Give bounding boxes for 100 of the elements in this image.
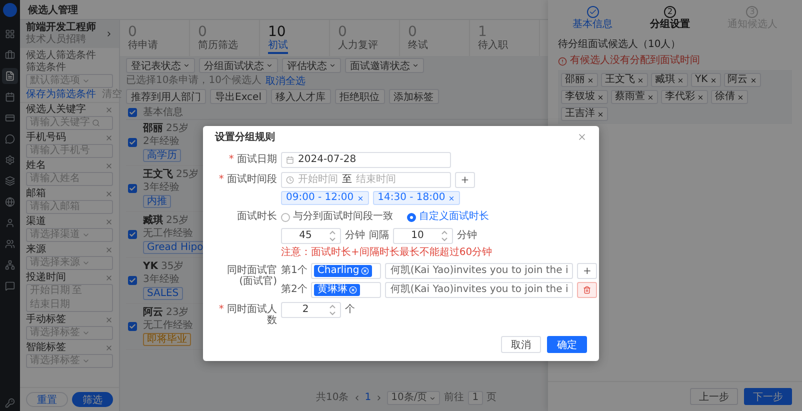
remove-icon[interactable] [349,286,358,294]
close-icon[interactable] [697,94,704,100]
filter-dropdown[interactable]: 评估状态 [282,58,341,73]
close-icon[interactable] [710,76,717,84]
step-label[interactable]: 基本信息 [572,19,613,31]
page-size-select[interactable]: 10条/页 [387,391,440,405]
date-field[interactable]: 2024-07-28 [281,152,451,168]
step-label[interactable]: 分组设置 [650,19,690,31]
checkbox[interactable] [128,184,137,193]
checkbox[interactable] [128,276,137,285]
nav-item[interactable] [2,68,18,84]
stage-tab[interactable]: 1 待入职 [470,20,540,56]
close-icon[interactable] [750,76,757,84]
candidate-name[interactable]: 阿云 [143,307,163,319]
action-button[interactable]: 添加标签 [388,89,438,104]
stage-tab[interactable]: 0 人力复评 [330,20,400,56]
close-icon[interactable] [105,134,113,142]
close-icon[interactable] [105,218,113,226]
stepper-icon[interactable] [441,230,448,242]
time-slot-tag[interactable]: 09:00 - 12:00 [281,191,369,205]
stepper-icon[interactable] [329,230,336,242]
stepper-icon[interactable] [329,304,336,316]
interviewer-field[interactable]: Charling [311,263,382,279]
goto-field[interactable]: 1 [468,391,483,405]
page-number[interactable]: 1 [364,392,372,404]
add-button[interactable]: + [455,172,475,188]
cancel-button[interactable]: 取消 [501,336,541,353]
save-filter-link[interactable]: 保存为筛选条件 [26,89,96,100]
candidate-tag: SALES [143,287,183,300]
candidate-chip[interactable]: 李钗坡 [561,90,608,104]
deselect-link[interactable]: 取消全选 [265,76,306,86]
number-field[interactable]: 2 [281,302,341,318]
checkbox[interactable] [128,138,137,147]
email-template-field[interactable]: 何凯(Kai Yao)invites you to join the i [385,263,574,279]
interviewer-field[interactable]: 黄琳琳 [311,282,382,298]
candidate-chip[interactable]: 阿云 [724,73,761,87]
radio-button[interactable] [281,212,290,222]
candidate-chip[interactable]: 邵丽 [561,73,598,87]
candidate-chip[interactable]: 蔡雨萱 [611,90,658,104]
add-button[interactable]: + [577,263,598,279]
stage-tab[interactable]: 10 初试 [260,20,330,56]
action-button[interactable]: 推荐到用人部门 [126,89,206,104]
close-icon[interactable] [587,76,594,84]
close-icon[interactable] [597,94,604,100]
close-icon[interactable] [637,76,644,84]
close-icon[interactable] [105,316,113,324]
remove-icon[interactable] [361,267,370,275]
close-icon[interactable] [448,194,456,202]
candidate-name[interactable]: 王文飞 [143,169,173,181]
time-slot-tag[interactable]: 14:30 - 18:00 [372,191,460,205]
radio-label[interactable]: 与分到面试时间段一致 [293,211,393,223]
action-button[interactable]: 拒绝职位 [334,89,384,104]
email-template-field[interactable]: 何凯(Kai Yao)invites you to join the i [385,282,574,298]
action-button[interactable]: 移入人才库 [270,89,330,104]
stage-tab[interactable]: 0 简历筛选 [190,20,260,56]
radio-label[interactable]: 自定义面试时长 [419,211,489,223]
candidate-chip[interactable]: 李代彩 [661,90,708,104]
candidate-chip[interactable]: 王吉洋 [561,107,608,121]
checkbox[interactable] [128,230,137,239]
candidate-chip[interactable]: YK [691,73,721,87]
number-field[interactable]: 10 [393,228,453,244]
filter-dropdown[interactable]: 登记表状态 [126,58,195,73]
position-card[interactable]: 前端开发工程师 技术人员招聘 [20,20,119,48]
filter-dropdown[interactable]: 分组面试状态 [199,58,278,73]
checkbox[interactable] [128,108,137,117]
stage-tab[interactable]: 0 待申请 [120,20,190,56]
close-icon[interactable] [105,162,113,170]
action-button[interactable]: 导出Excel [210,89,266,104]
candidate-chip[interactable]: 王文飞 [601,73,648,87]
close-icon[interactable] [577,132,587,142]
interviewer-tag[interactable]: 黄琳琳 [314,284,360,296]
candidate-name[interactable]: YK [143,261,158,273]
filter-dropdown[interactable]: 面试邀请状态 [345,58,424,73]
time-range-field[interactable]: 开始时间 至 结束时间 [281,172,451,188]
radio-button[interactable] [407,212,416,222]
close-icon[interactable] [105,344,113,352]
close-icon[interactable] [105,274,113,282]
close-icon[interactable] [105,246,113,254]
close-icon[interactable] [647,94,654,100]
interviewer-tag[interactable]: Charling [314,265,372,277]
next-button[interactable]: 下一步 [744,388,792,405]
stage-tab[interactable]: 0 终试 [400,20,470,56]
delete-button[interactable] [577,282,598,298]
number-field[interactable]: 45 [281,228,341,244]
key-icon[interactable] [5,398,15,408]
reset-button[interactable]: 重置 [26,392,68,407]
candidate-name[interactable]: 臧琪 [143,215,163,227]
filter-button[interactable]: 筛选 [72,392,113,407]
close-icon[interactable] [597,110,604,118]
close-icon[interactable] [105,106,113,114]
candidate-name[interactable]: 邵丽 [143,123,163,135]
close-icon[interactable] [737,94,744,100]
candidate-chip[interactable]: 徐倩 [711,90,748,104]
previous-button[interactable]: 上一步 [690,388,738,405]
confirm-button[interactable]: 确定 [547,336,587,353]
close-icon[interactable] [105,190,113,198]
checkbox[interactable] [128,322,137,331]
close-icon[interactable] [677,76,684,84]
candidate-chip[interactable]: 臧琪 [651,73,688,87]
close-icon[interactable] [356,194,364,202]
